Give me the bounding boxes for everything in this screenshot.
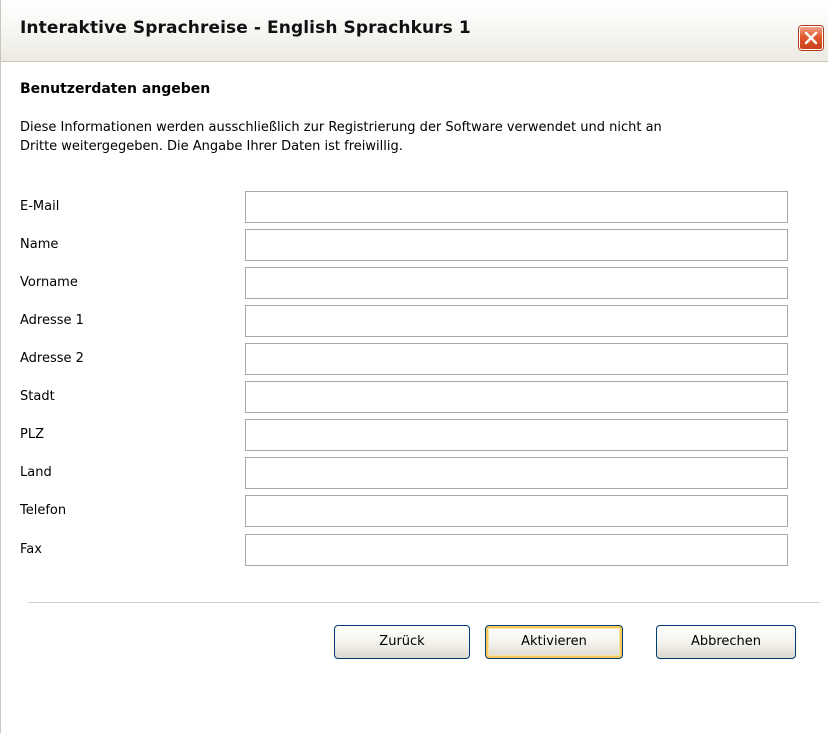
adresse-1-field[interactable] — [245, 305, 788, 337]
form-row-telefon: Telefon — [1, 495, 828, 528]
form-row-plz: PLZ — [1, 419, 828, 452]
adresse-2-label: Adresse 2 — [20, 351, 84, 366]
plz-field[interactable] — [245, 419, 788, 451]
telefon-label: Telefon — [20, 503, 67, 518]
adresse-2-field[interactable] — [245, 343, 788, 375]
activate-button[interactable]: Aktivieren — [485, 625, 623, 659]
name-label: Name — [20, 237, 59, 252]
form-row-stadt: Stadt — [1, 381, 828, 414]
telefon-field[interactable] — [245, 495, 788, 527]
info-text-line: Dritte weitergegeben. Die Angabe Ihrer D… — [20, 139, 403, 154]
button-separator — [28, 602, 820, 603]
stadt-label: Stadt — [20, 389, 55, 404]
info-text: Diese Informationen werden ausschließlic… — [20, 118, 810, 156]
form-row-name: Name — [1, 229, 828, 262]
form-row-adresse-1: Adresse 1 — [1, 305, 828, 338]
form-row-vorname: Vorname — [1, 267, 828, 300]
vorname-field[interactable] — [245, 267, 788, 299]
close-button[interactable] — [799, 26, 823, 50]
section-heading: Benutzerdaten angeben — [20, 81, 211, 97]
stadt-field[interactable] — [245, 381, 788, 413]
name-field[interactable] — [245, 229, 788, 261]
window-title: Interaktive Sprachreise - English Sprach… — [20, 18, 471, 38]
land-label: Land — [20, 465, 52, 480]
fax-label: Fax — [20, 542, 42, 557]
form-row-email: E-Mail — [1, 191, 828, 224]
adresse-1-label: Adresse 1 — [20, 313, 84, 328]
form-row-adresse-2: Adresse 2 — [1, 343, 828, 376]
title-bar[interactable]: Interaktive Sprachreise - English Sprach… — [1, 0, 828, 62]
form-row-land: Land — [1, 457, 828, 490]
land-field[interactable] — [245, 457, 788, 489]
info-text-line: Diese Informationen werden ausschließlic… — [20, 120, 662, 135]
cancel-button[interactable]: Abbrechen — [656, 625, 796, 659]
email-field[interactable] — [245, 191, 788, 223]
vorname-label: Vorname — [20, 275, 78, 290]
fax-field[interactable] — [245, 534, 788, 566]
close-icon — [804, 31, 818, 45]
email-label: E-Mail — [20, 199, 60, 214]
form-row-fax: Fax — [1, 534, 828, 567]
plz-label: PLZ — [20, 427, 44, 442]
back-button[interactable]: Zurück — [334, 625, 470, 659]
dialog-window: Interaktive Sprachreise - English Sprach… — [0, 0, 828, 733]
